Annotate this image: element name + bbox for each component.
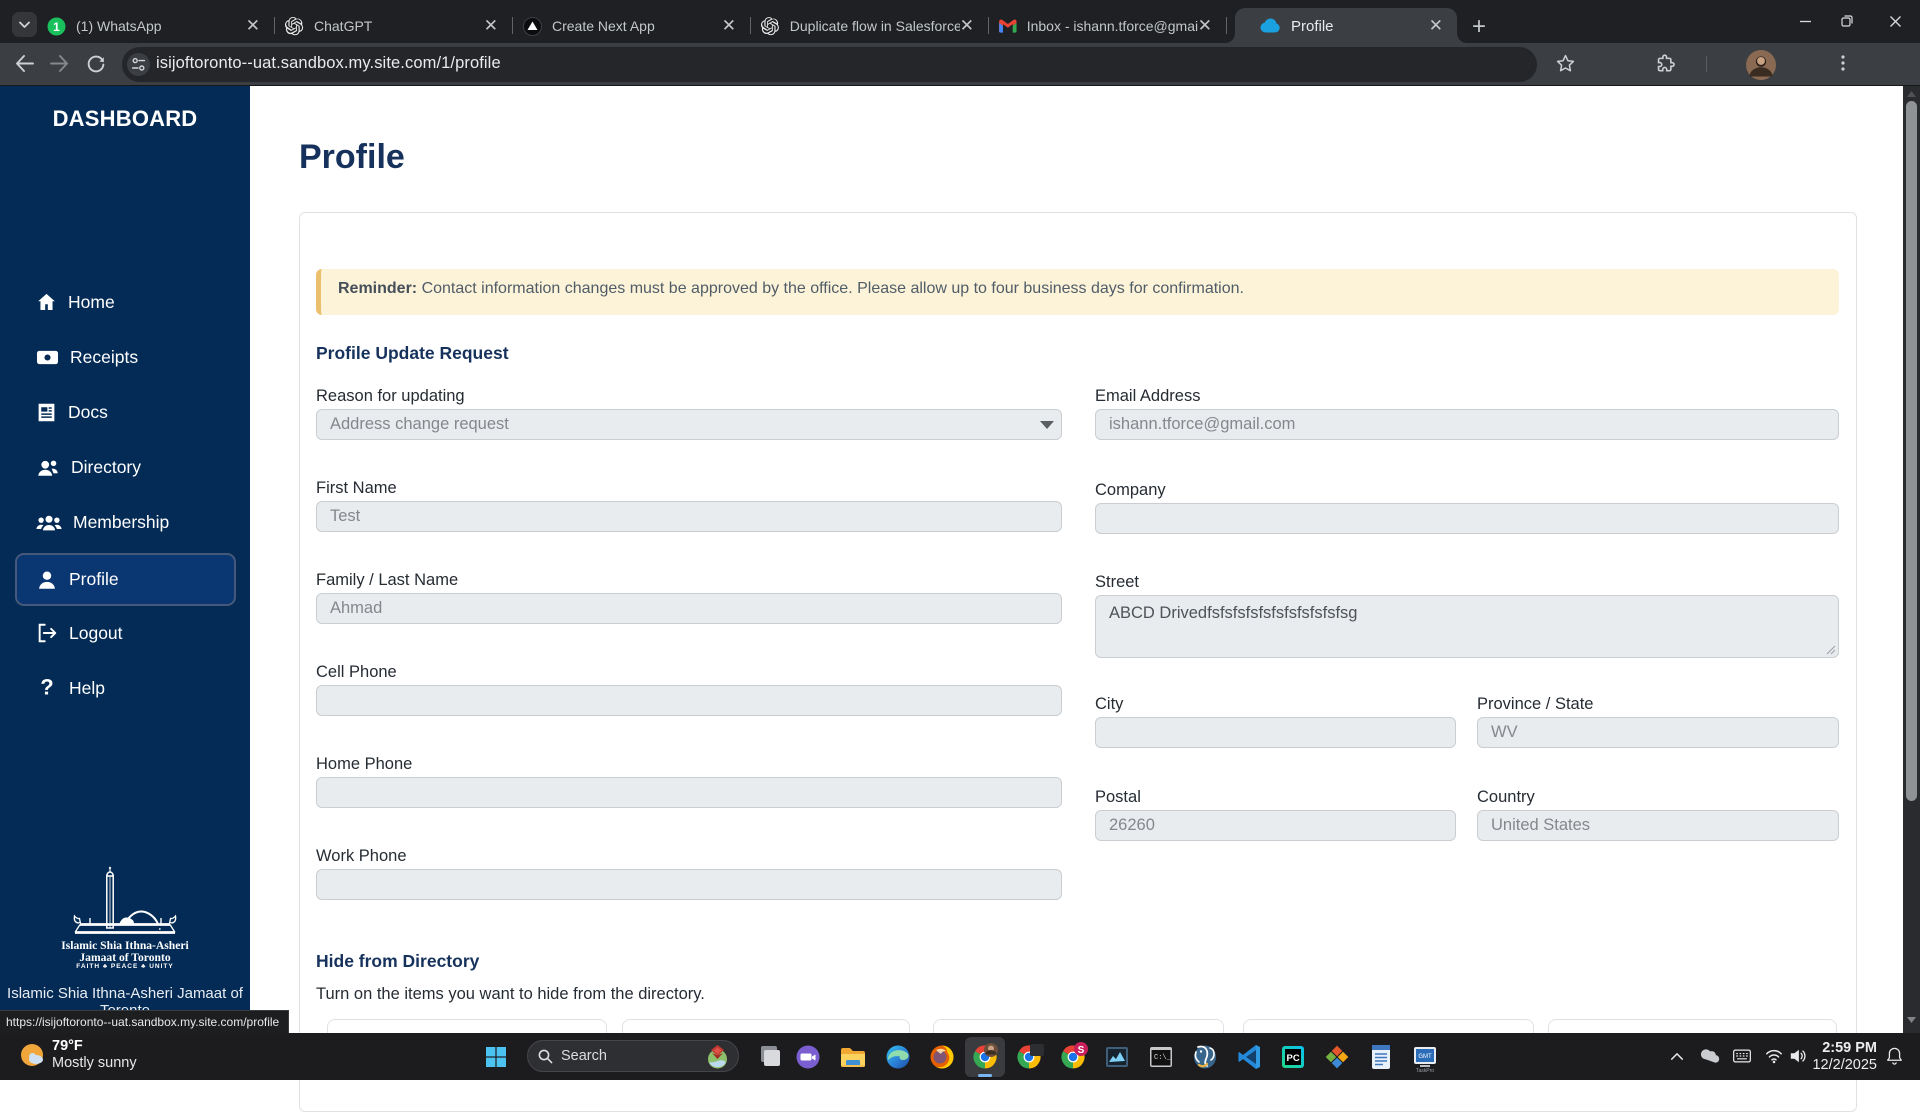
svg-text:TaskPro: TaskPro <box>1416 1068 1434 1074</box>
svg-text:PC: PC <box>1287 1053 1300 1064</box>
svg-text:1: 1 <box>53 19 60 33</box>
svg-text:?: ? <box>40 677 53 699</box>
svg-text:S: S <box>1078 1045 1085 1056</box>
svg-text:GMT: GMT <box>1418 1054 1432 1060</box>
svg-text:C:\_: C:\_ <box>1154 1054 1172 1062</box>
